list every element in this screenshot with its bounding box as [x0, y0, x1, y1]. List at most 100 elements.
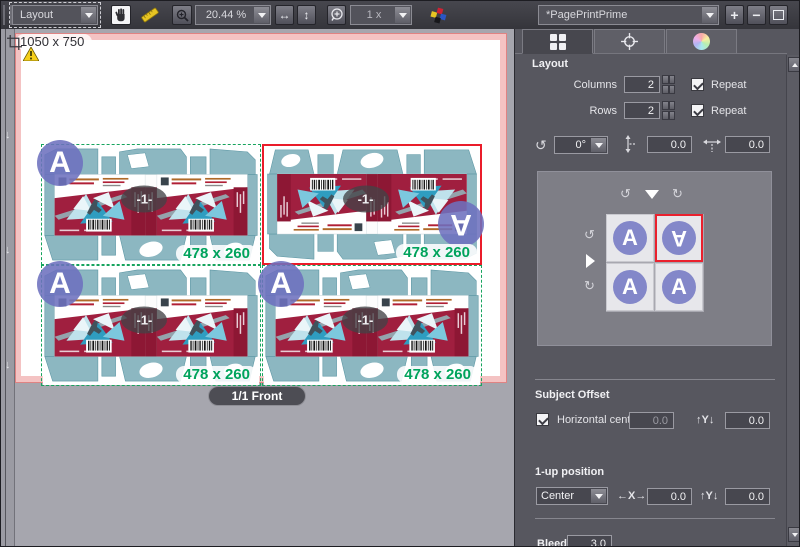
- stepper-down-icon[interactable]: [662, 85, 675, 94]
- rows-input[interactable]: 2: [624, 102, 660, 119]
- subject-offset-title: Subject Offset: [535, 389, 610, 401]
- horizontal-center-label: Horizontal center: [557, 414, 640, 426]
- measure-tool-button[interactable]: [140, 5, 160, 25]
- display-scale-value: 1 x: [351, 9, 394, 21]
- one-up-y-input[interactable]: 0.0: [725, 488, 770, 505]
- circle-plus-icon: [330, 8, 344, 22]
- zoom-tool-button[interactable]: [172, 5, 192, 25]
- one-up-x-input[interactable]: 0.0: [647, 488, 692, 505]
- columns-stepper[interactable]: [662, 75, 675, 94]
- orientation-cell[interactable]: A: [606, 214, 654, 262]
- arrow-down-icon: ↓: [5, 244, 11, 256]
- chevron-down-icon[interactable]: [254, 7, 269, 23]
- scroll-up-button[interactable]: [788, 57, 800, 72]
- display-scale-dropdown[interactable]: 1 x: [350, 5, 412, 25]
- view-mode-dropdown[interactable]: Layout: [12, 5, 98, 25]
- margin-guide-line: [5, 29, 6, 547]
- imposed-subject[interactable]: A -1- 478 x 260: [262, 265, 482, 386]
- row-select-icon[interactable]: [586, 254, 595, 268]
- bleed-label: Bleed: [537, 538, 567, 547]
- h-resize-icon: ↔: [279, 8, 291, 22]
- section-divider: [535, 518, 775, 519]
- stepper-down-icon[interactable]: [662, 111, 675, 120]
- horizontal-gap-input[interactable]: 0.0: [725, 136, 770, 153]
- canvas-margin-strip: ↓ ↓ ↓: [1, 29, 15, 547]
- stepper-up-icon[interactable]: [662, 101, 675, 110]
- expand-panel-button[interactable]: [769, 5, 788, 25]
- toolbar-grip[interactable]: [3, 5, 12, 25]
- rotate-row-top-button[interactable]: ↺: [584, 227, 595, 243]
- hand-icon: [114, 8, 128, 22]
- fit-height-button[interactable]: ↕: [297, 5, 316, 25]
- zoom-level-dropdown[interactable]: 20.44 %: [195, 5, 271, 25]
- maximize-icon: [773, 10, 784, 20]
- rows-stepper[interactable]: [662, 101, 675, 120]
- page-count-badge: -1-: [121, 306, 167, 333]
- columns-repeat-checkbox[interactable]: [691, 78, 704, 91]
- imposed-subject[interactable]: A -1- 478 x 260: [41, 265, 261, 386]
- orientation-letter: A: [613, 221, 647, 255]
- rows-repeat-checkbox[interactable]: [691, 104, 704, 117]
- orientation-preview: ↺ ↻ ↺ ↻ A A A A: [537, 171, 772, 346]
- chevron-down-icon[interactable]: [591, 489, 606, 503]
- horizontal-center-checkbox[interactable]: [536, 413, 549, 426]
- orientation-cell[interactable]: A: [655, 263, 703, 311]
- subject-size-badge: 478 x 260: [397, 366, 478, 383]
- x-axis-label: ←X→: [617, 490, 646, 502]
- layout-canvas[interactable]: ↓ ↓ ↓ 1050 x 750 A -1- 478 x: [1, 29, 514, 547]
- preset-dropdown[interactable]: *PagePrintPrime: [538, 5, 719, 25]
- crosshair-icon: [620, 32, 639, 51]
- tab-registration[interactable]: [594, 29, 665, 54]
- rotate-column-right-button[interactable]: ↻: [672, 186, 683, 202]
- stepper-up-icon[interactable]: [662, 75, 675, 84]
- rows-repeat-label: Repeat: [711, 105, 746, 117]
- preset-value: *PagePrintPrime: [539, 9, 701, 21]
- imposed-subject[interactable]: A -1- 478 x 260: [41, 144, 261, 265]
- scroll-down-button[interactable]: [788, 527, 800, 542]
- column-select-icon[interactable]: [645, 190, 659, 199]
- remove-preset-button[interactable]: −: [747, 5, 766, 25]
- orientation-letter: A: [613, 270, 647, 304]
- plus-icon: +: [730, 7, 738, 23]
- page-side-label: 1/1 Front: [208, 386, 306, 406]
- orientation-badge: A: [37, 261, 83, 307]
- panel-scrollbar[interactable]: [786, 55, 800, 547]
- tab-layout[interactable]: [522, 29, 593, 54]
- orientation-grid: A A A A: [606, 214, 704, 312]
- pan-tool-button[interactable]: [111, 5, 131, 25]
- arrow-down-icon: ↓: [5, 359, 11, 371]
- chevron-down-icon[interactable]: [81, 7, 96, 23]
- page-count-badge: -1-: [342, 306, 388, 333]
- subject-offset-y-input[interactable]: 0.0: [725, 412, 770, 429]
- columns-input[interactable]: 2: [624, 76, 660, 93]
- columns-repeat-label: Repeat: [711, 79, 746, 91]
- layout-grid-icon: [550, 34, 566, 50]
- rotate-row-bottom-button[interactable]: ↻: [584, 278, 595, 294]
- chevron-down-icon[interactable]: [591, 138, 606, 152]
- add-preset-button[interactable]: +: [725, 5, 744, 25]
- rotation-dropdown[interactable]: 0°: [554, 136, 608, 154]
- one-up-position-dropdown[interactable]: Center: [536, 487, 608, 505]
- zoom-level-value: 20.44 %: [196, 9, 253, 21]
- crop-marks-icon: [7, 35, 22, 50]
- page-count-badge: -1-: [121, 185, 167, 212]
- orientation-cell-selected[interactable]: A: [655, 214, 703, 262]
- color-registration-icon: [430, 7, 447, 24]
- color-separations-button[interactable]: [428, 5, 448, 25]
- imposed-subject-selected[interactable]: A -1- 478 x 260: [262, 144, 482, 265]
- rotate-column-left-button[interactable]: ↺: [620, 186, 631, 202]
- main-toolbar: Layout: [1, 1, 800, 30]
- vertical-gap-icon: [621, 135, 635, 153]
- zoom-region-button[interactable]: [327, 5, 346, 25]
- chevron-down-icon[interactable]: [702, 7, 717, 23]
- warning-icon: [23, 47, 39, 66]
- section-divider: [535, 379, 775, 380]
- chevron-down-icon[interactable]: [395, 7, 410, 23]
- section-title: Layout: [532, 58, 568, 70]
- subject-offset-x-input[interactable]: 0.0: [629, 412, 674, 429]
- orientation-cell[interactable]: A: [606, 263, 654, 311]
- bleed-input[interactable]: 3.0: [567, 535, 612, 547]
- fit-width-button[interactable]: ↔: [275, 5, 294, 25]
- vertical-gap-input[interactable]: 0.0: [647, 136, 692, 153]
- tab-color[interactable]: [666, 29, 737, 54]
